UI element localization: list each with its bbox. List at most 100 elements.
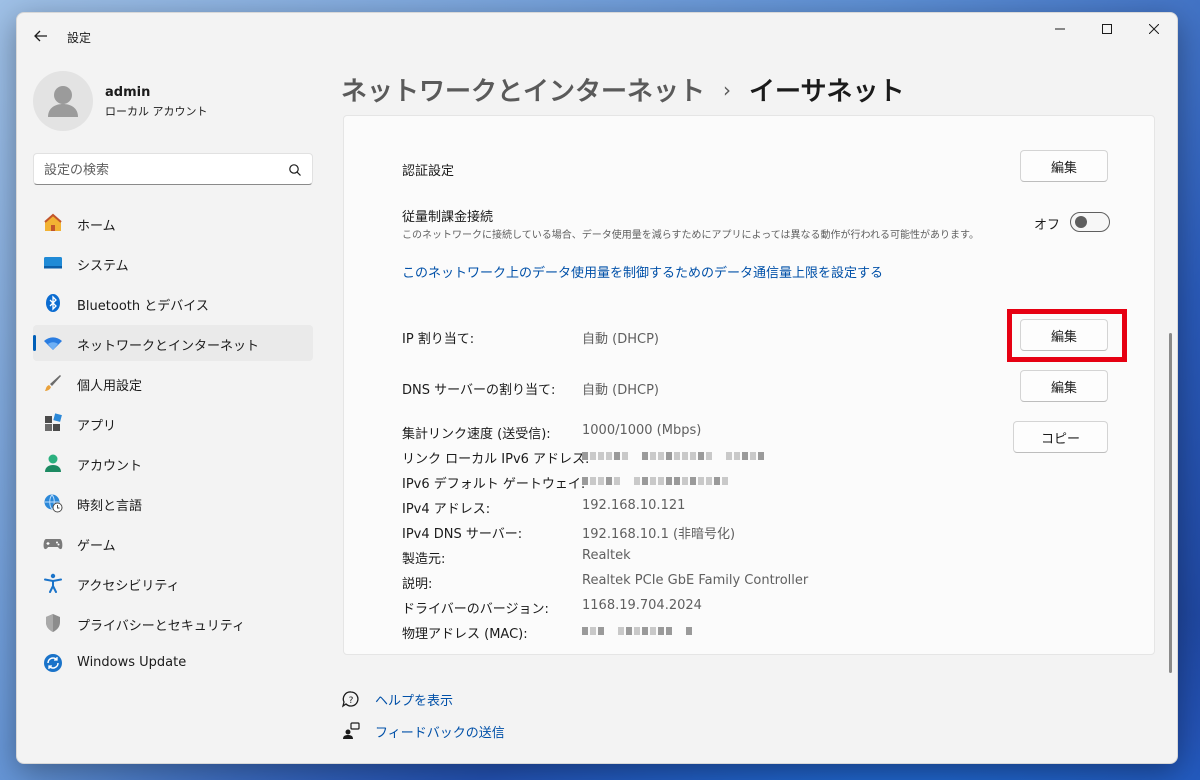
page-title: イーサネット (749, 77, 905, 107)
property-value: Realtek (582, 548, 631, 563)
minimize-button[interactable] (1037, 13, 1083, 45)
property-value: 192.168.10.121 (582, 498, 686, 513)
sidebar-item-label: プライバシーとセキュリティ (77, 619, 245, 634)
sidebar-item-windows-update[interactable]: Windows Update (33, 645, 313, 681)
feedback-link[interactable]: フィードバックの送信 (341, 721, 505, 741)
sidebar-item-label: ゲーム (77, 539, 116, 554)
close-icon (1149, 24, 1159, 34)
avatar[interactable] (33, 71, 93, 131)
sidebar-item-system[interactable]: システム (33, 245, 313, 281)
settings-window: 設定 admin ローカル アカウント ホーム (16, 12, 1178, 764)
search-box[interactable] (33, 153, 313, 185)
sidebar-item-label: アプリ (77, 419, 117, 434)
property-label: リンク ローカル IPv6 アドレス: (402, 452, 590, 467)
sidebar-item-label: 時刻と言語 (77, 499, 143, 514)
ip-assignment-value: 自動 (DHCP) (582, 332, 659, 347)
maximize-button[interactable] (1084, 13, 1130, 45)
property-label: 物理アドレス (MAC): (402, 627, 528, 642)
sidebar-item-label: アカウント (77, 459, 143, 474)
sidebar-item-accounts[interactable]: アカウント (33, 445, 313, 481)
property-label: ドライバーのバージョン: (402, 602, 549, 617)
breadcrumb-parent[interactable]: ネットワークとインターネット (341, 71, 705, 108)
sidebar-nav: ホーム システム Bluetooth とデバイス ネットワークとインターネット … (33, 205, 313, 685)
sidebar-item-label: ホーム (77, 219, 116, 234)
brush-icon (43, 373, 63, 393)
sidebar-item-apps[interactable]: アプリ (33, 405, 313, 441)
help-chat-icon: ? (341, 689, 361, 709)
help-link[interactable]: ? ヘルプを表示 (341, 689, 453, 709)
feedback-icon (341, 721, 361, 741)
sidebar-item-label: Bluetooth とデバイス (77, 299, 209, 314)
sidebar-item-label: システム (77, 259, 129, 274)
metered-connection-description: このネットワークに接続している場合、データ使用量を減らすためにアプリによっては異… (402, 230, 979, 241)
help-link-text: ヘルプを表示 (375, 693, 454, 709)
svg-text:?: ? (349, 696, 354, 706)
sidebar-item-bluetooth[interactable]: Bluetooth とデバイス (33, 285, 313, 321)
sidebar-item-home[interactable]: ホーム (33, 205, 313, 241)
dns-edit-button[interactable]: 編集 (1020, 370, 1108, 402)
bluetooth-icon (43, 293, 63, 313)
sidebar-item-personalization[interactable]: 個人用設定 (33, 365, 313, 401)
maximize-icon (1102, 24, 1112, 34)
property-label: 説明: (402, 577, 433, 592)
metered-toggle-state: オフ (1034, 218, 1061, 233)
wifi-icon (43, 333, 63, 353)
account-icon (43, 453, 63, 473)
system-icon (43, 253, 63, 273)
sidebar-item-privacy[interactable]: プライバシーとセキュリティ (33, 605, 313, 641)
property-label: IPv4 DNS サーバー: (402, 527, 523, 542)
sidebar-item-accessibility[interactable]: アクセシビリティ (33, 565, 313, 601)
auth-edit-button[interactable]: 編集 (1020, 150, 1108, 182)
data-limit-link[interactable]: このネットワーク上のデータ使用量を制御するためのデータ通信量上限を設定する (402, 262, 883, 281)
toggle-knob (1075, 216, 1087, 228)
property-value: 1000/1000 (Mbps) (582, 423, 702, 438)
redacted-mac-address (582, 625, 692, 637)
back-button[interactable] (29, 25, 53, 47)
accessibility-icon (43, 573, 63, 593)
scrollbar-thumb[interactable] (1169, 333, 1172, 673)
gamepad-icon (43, 533, 63, 553)
home-icon (43, 213, 63, 233)
minimize-icon (1055, 28, 1065, 30)
property-label: IPv6 デフォルト ゲートウェイ: (402, 477, 586, 492)
globe-clock-icon (43, 493, 63, 513)
redacted-ipv6-gateway (582, 475, 728, 487)
property-label: 製造元: (402, 552, 446, 567)
metered-connection-toggle[interactable] (1070, 212, 1110, 232)
app-title: 設定 (67, 31, 92, 45)
breadcrumb-separator: › (723, 77, 732, 102)
arrow-left-icon (34, 30, 47, 42)
metered-connection-label: 従量制課金接続 (402, 210, 494, 225)
shield-icon (43, 613, 63, 633)
search-input[interactable] (44, 160, 279, 180)
feedback-link-text: フィードバックの送信 (375, 725, 505, 741)
apps-icon (43, 413, 63, 433)
ip-assignment-label: IP 割り当て: (402, 332, 475, 347)
property-value: Realtek PCIe GbE Family Controller (582, 573, 809, 588)
user-icon (48, 86, 78, 117)
ethernet-settings-card: 認証設定 編集 従量制課金接続 このネットワークに接続している場合、データ使用量… (343, 115, 1155, 655)
copy-button[interactable]: コピー (1013, 421, 1108, 453)
sidebar-item-gaming[interactable]: ゲーム (33, 525, 313, 561)
property-value: 1168.19.704.2024 (582, 598, 702, 613)
breadcrumb: ネットワークとインターネット › イーサネット (341, 71, 905, 108)
sidebar-item-label: アクセシビリティ (77, 579, 180, 594)
sidebar-item-network[interactable]: ネットワークとインターネット (33, 325, 313, 361)
close-button[interactable] (1131, 13, 1177, 45)
sidebar-item-time-language[interactable]: 時刻と言語 (33, 485, 313, 521)
sidebar-item-label: Windows Update (77, 655, 187, 670)
sidebar-item-label: 個人用設定 (77, 379, 143, 394)
dns-assignment-value: 自動 (DHCP) (582, 383, 659, 398)
auth-settings-label: 認証設定 (402, 164, 455, 179)
title-bar: 設定 (17, 13, 1177, 57)
update-icon (43, 653, 63, 673)
property-label: 集計リンク速度 (送受信): (402, 427, 551, 442)
profile-account-type: ローカル アカウント (105, 105, 208, 118)
ip-edit-button[interactable]: 編集 (1020, 319, 1108, 351)
redacted-ipv6-address (582, 450, 764, 462)
search-icon (289, 164, 301, 176)
sidebar-item-label: ネットワークとインターネット (77, 339, 260, 354)
profile-name: admin (105, 85, 151, 100)
property-value: 192.168.10.1 (非暗号化) (582, 527, 736, 542)
dns-assignment-label: DNS サーバーの割り当て: (402, 383, 556, 398)
